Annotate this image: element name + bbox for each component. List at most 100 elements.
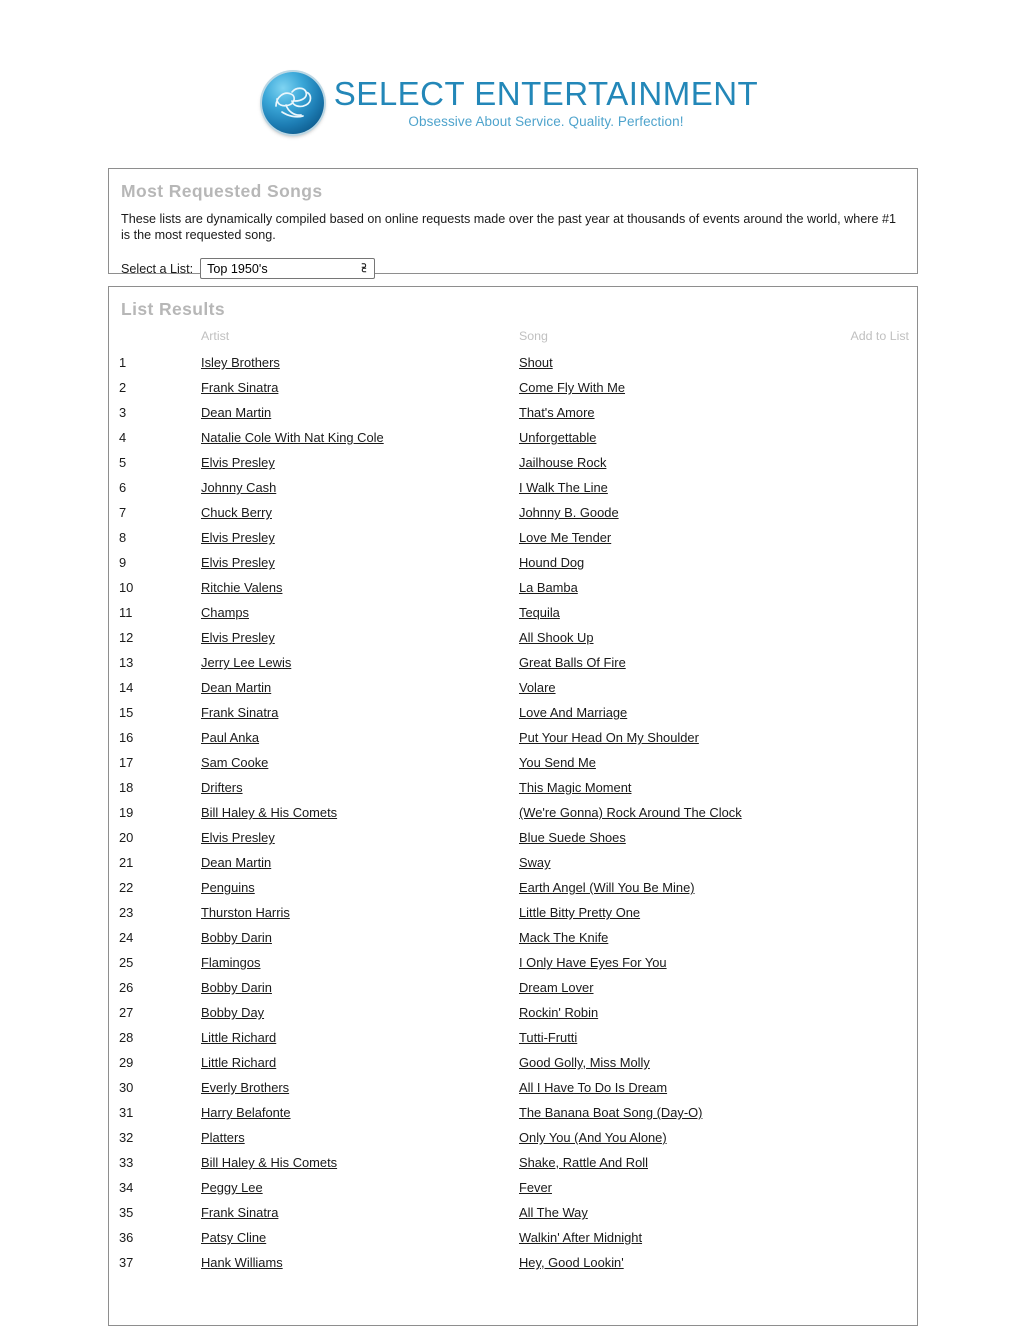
artist-link[interactable]: Bill Haley & His Comets	[201, 805, 337, 820]
song-link[interactable]: Tequila	[519, 605, 560, 620]
artist-link[interactable]: Dean Martin	[201, 855, 271, 870]
row-add-to-list-cell[interactable]	[841, 855, 911, 880]
artist-link[interactable]: Little Richard	[201, 1055, 276, 1070]
row-add-to-list-cell[interactable]	[841, 805, 911, 830]
song-link[interactable]: Come Fly With Me	[519, 380, 625, 395]
artist-link[interactable]: Everly Brothers	[201, 1080, 289, 1095]
row-add-to-list-cell[interactable]	[841, 1155, 911, 1180]
row-add-to-list-cell[interactable]	[841, 680, 911, 705]
row-add-to-list-cell[interactable]	[841, 1055, 911, 1080]
artist-link[interactable]: Champs	[201, 605, 249, 620]
artist-link[interactable]: Frank Sinatra	[201, 1205, 278, 1220]
song-link[interactable]: Only You (And You Alone)	[519, 1130, 667, 1145]
song-link[interactable]: Earth Angel (Will You Be Mine)	[519, 880, 695, 895]
artist-link[interactable]: Elvis Presley	[201, 455, 275, 470]
row-add-to-list-cell[interactable]	[841, 1255, 911, 1280]
artist-link[interactable]: Bill Haley & His Comets	[201, 1155, 337, 1170]
row-add-to-list-cell[interactable]	[841, 505, 911, 530]
row-add-to-list-cell[interactable]	[841, 1005, 911, 1030]
song-link[interactable]: Walkin' After Midnight	[519, 1230, 642, 1245]
brand-logo[interactable]: SELECT ENTERTAINMENT Obsessive About Ser…	[261, 72, 758, 134]
song-link[interactable]: Unforgettable	[519, 430, 596, 445]
row-add-to-list-cell[interactable]	[841, 430, 911, 455]
row-add-to-list-cell[interactable]	[841, 1080, 911, 1105]
select-list-dropdown[interactable]: Top 1950's ⫔	[200, 258, 376, 279]
song-link[interactable]: Mack The Knife	[519, 930, 608, 945]
row-add-to-list-cell[interactable]	[841, 980, 911, 1005]
song-link[interactable]: All The Way	[519, 1205, 588, 1220]
song-link[interactable]: Fever	[519, 1180, 552, 1195]
song-link[interactable]: Good Golly, Miss Molly	[519, 1055, 650, 1070]
row-add-to-list-cell[interactable]	[841, 1105, 911, 1130]
row-add-to-list-cell[interactable]	[841, 605, 911, 630]
artist-link[interactable]: Flamingos	[201, 955, 260, 970]
artist-link[interactable]: Sam Cooke	[201, 755, 268, 770]
song-link[interactable]: Sway	[519, 855, 551, 870]
artist-link[interactable]: Elvis Presley	[201, 555, 275, 570]
row-add-to-list-cell[interactable]	[841, 1030, 911, 1055]
row-add-to-list-cell[interactable]	[841, 630, 911, 655]
artist-link[interactable]: Thurston Harris	[201, 905, 290, 920]
artist-link[interactable]: Peggy Lee	[201, 1180, 263, 1195]
song-link[interactable]: All Shook Up	[519, 630, 594, 645]
artist-link[interactable]: Platters	[201, 1130, 245, 1145]
row-add-to-list-cell[interactable]	[841, 905, 911, 930]
song-link[interactable]: This Magic Moment	[519, 780, 631, 795]
song-link[interactable]: Great Balls Of Fire	[519, 655, 626, 670]
artist-link[interactable]: Paul Anka	[201, 730, 259, 745]
row-add-to-list-cell[interactable]	[841, 1180, 911, 1205]
row-add-to-list-cell[interactable]	[841, 755, 911, 780]
artist-link[interactable]: Elvis Presley	[201, 630, 275, 645]
row-add-to-list-cell[interactable]	[841, 455, 911, 480]
song-link[interactable]: Hound Dog	[519, 555, 584, 570]
row-add-to-list-cell[interactable]	[841, 1130, 911, 1155]
song-link[interactable]: Love Me Tender	[519, 530, 611, 545]
song-link[interactable]: Little Bitty Pretty One	[519, 905, 640, 920]
song-link[interactable]: (We're Gonna) Rock Around The Clock	[519, 805, 742, 820]
song-link[interactable]: I Only Have Eyes For You	[519, 955, 667, 970]
artist-link[interactable]: Johnny Cash	[201, 480, 276, 495]
artist-link[interactable]: Elvis Presley	[201, 830, 275, 845]
row-add-to-list-cell[interactable]	[841, 1205, 911, 1230]
song-link[interactable]: Put Your Head On My Shoulder	[519, 730, 699, 745]
artist-link[interactable]: Dean Martin	[201, 680, 271, 695]
song-link[interactable]: Johnny B. Goode	[519, 505, 619, 520]
row-add-to-list-cell[interactable]	[841, 655, 911, 680]
song-link[interactable]: Jailhouse Rock	[519, 455, 606, 470]
row-add-to-list-cell[interactable]	[841, 705, 911, 730]
artist-link[interactable]: Little Richard	[201, 1030, 276, 1045]
row-add-to-list-cell[interactable]	[841, 555, 911, 580]
song-link[interactable]: Love And Marriage	[519, 705, 627, 720]
song-link[interactable]: All I Have To Do Is Dream	[519, 1080, 667, 1095]
artist-link[interactable]: Elvis Presley	[201, 530, 275, 545]
row-add-to-list-cell[interactable]	[841, 955, 911, 980]
artist-link[interactable]: Dean Martin	[201, 405, 271, 420]
row-add-to-list-cell[interactable]	[841, 380, 911, 405]
song-link[interactable]: Blue Suede Shoes	[519, 830, 626, 845]
row-add-to-list-cell[interactable]	[841, 480, 911, 505]
row-add-to-list-cell[interactable]	[841, 780, 911, 805]
song-link[interactable]: The Banana Boat Song (Day-O)	[519, 1105, 702, 1120]
row-add-to-list-cell[interactable]	[841, 405, 911, 430]
artist-link[interactable]: Penguins	[201, 880, 255, 895]
row-add-to-list-cell[interactable]	[841, 530, 911, 555]
song-link[interactable]: Shout	[519, 355, 553, 370]
song-link[interactable]: Shake, Rattle And Roll	[519, 1155, 648, 1170]
row-add-to-list-cell[interactable]	[841, 580, 911, 605]
row-add-to-list-cell[interactable]	[841, 355, 911, 380]
artist-link[interactable]: Natalie Cole With Nat King Cole	[201, 430, 384, 445]
song-link[interactable]: Hey, Good Lookin'	[519, 1255, 624, 1270]
song-link[interactable]: I Walk The Line	[519, 480, 608, 495]
row-add-to-list-cell[interactable]	[841, 930, 911, 955]
row-add-to-list-cell[interactable]	[841, 730, 911, 755]
artist-link[interactable]: Ritchie Valens	[201, 580, 282, 595]
song-link[interactable]: La Bamba	[519, 580, 578, 595]
song-link[interactable]: Dream Lover	[519, 980, 594, 995]
artist-link[interactable]: Bobby Darin	[201, 930, 272, 945]
artist-link[interactable]: Bobby Darin	[201, 980, 272, 995]
artist-link[interactable]: Drifters	[201, 780, 243, 795]
song-link[interactable]: Volare	[519, 680, 556, 695]
song-link[interactable]: Rockin' Robin	[519, 1005, 598, 1020]
artist-link[interactable]: Frank Sinatra	[201, 705, 278, 720]
artist-link[interactable]: Bobby Day	[201, 1005, 264, 1020]
